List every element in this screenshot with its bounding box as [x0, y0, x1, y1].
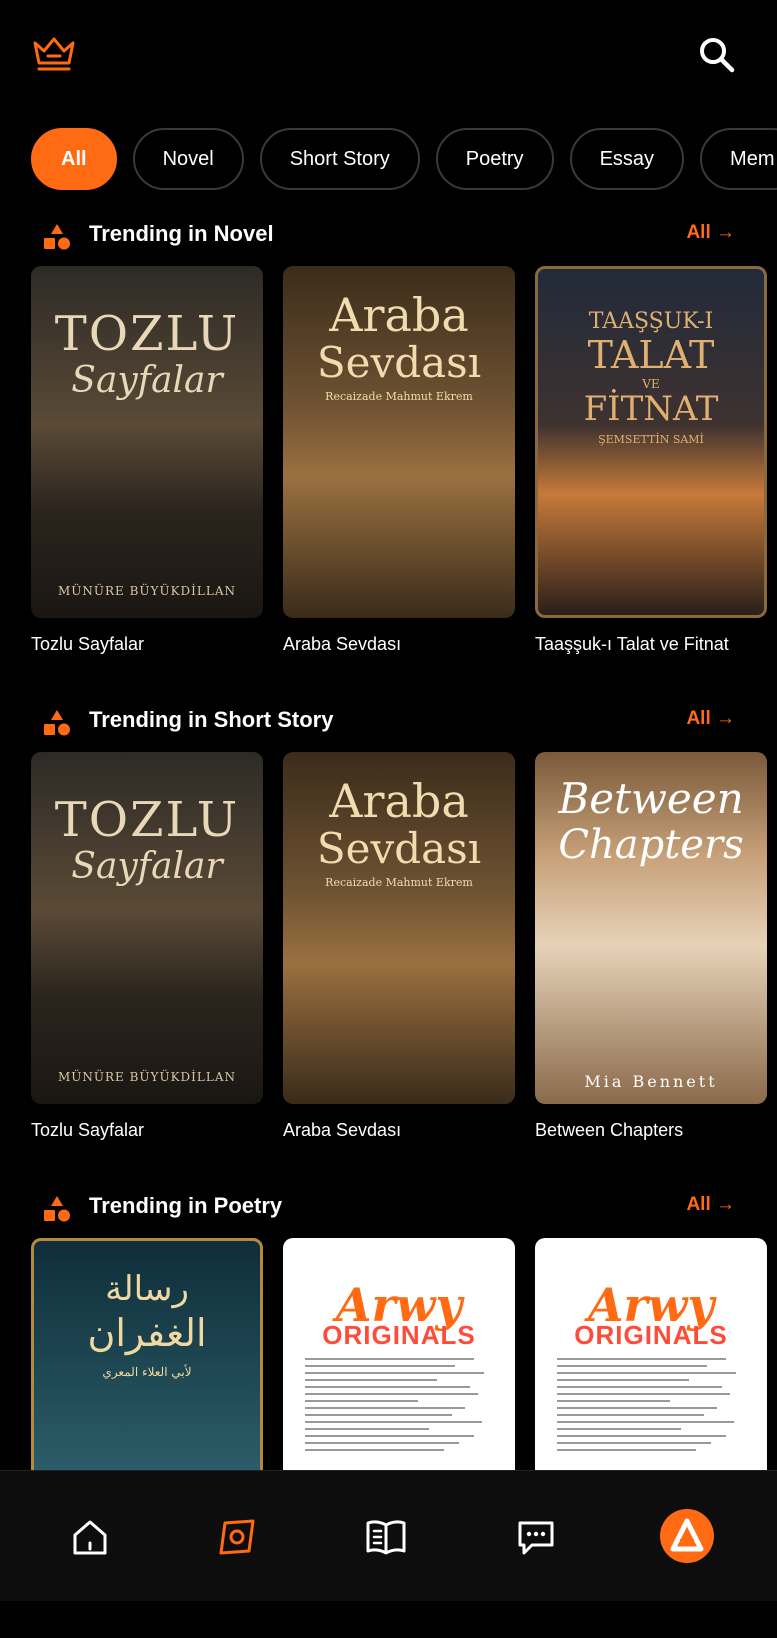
cover-author: Mia Bennett — [584, 1072, 718, 1091]
library-icon[interactable] — [362, 1513, 410, 1561]
section-title: Trending in Poetry — [89, 1193, 283, 1218]
cover-title: TOZLU — [54, 306, 240, 362]
book-card[interactable]: Between Chapters Mia Bennett Between Cha… — [535, 752, 767, 1141]
discover-icon[interactable] — [213, 1513, 261, 1561]
book-title: Araba Sevdası — [283, 1120, 402, 1140]
chip-all[interactable]: All — [31, 128, 117, 190]
bottom-nav — [0, 1470, 777, 1601]
book-title: Taaşşuk-ı Talat ve Fitnat — [535, 634, 729, 654]
book-card[interactable]: TOZLU Sayfalar MÜNÜRE BÜYÜKDİLLAN Tozlu … — [31, 266, 263, 655]
section-title: Trending in Novel — [89, 221, 274, 246]
see-all-link[interactable]: All → — [686, 1194, 735, 1216]
cover-subtitle: Sayfalar — [71, 846, 223, 887]
shapes-icon — [44, 710, 70, 736]
book-card[interactable]: Araba Sevdası Recaizade Mahmut Ekrem Ara… — [283, 266, 515, 655]
cover-subtitle: Sevdası — [316, 824, 482, 873]
cover-title: رسالة — [105, 1269, 189, 1309]
top-bar — [0, 0, 777, 110]
book-cover[interactable]: Araba Sevdası Recaizade Mahmut Ekrem — [283, 752, 515, 1104]
section-title: Trending in Short Story — [89, 707, 334, 732]
cover-subtitle: Sevdası — [316, 338, 482, 387]
book-cover[interactable]: TOZLU Sayfalar MÜNÜRE BÜYÜKDİLLAN — [31, 266, 263, 618]
book-card[interactable]: Araba Sevdası Recaizade Mahmut Ekrem Ara… — [283, 752, 515, 1141]
chip-memoir[interactable]: Mem — [700, 128, 777, 190]
cover-title-4: FİTNAT — [583, 389, 719, 429]
cover-author: ŞEMSETTİN SAMİ — [598, 433, 704, 446]
messages-icon[interactable] — [512, 1513, 560, 1561]
section-trending-poetry: Trending in Poetry All → رسالة الغفران ل… — [0, 1186, 777, 1590]
book-title: Tozlu Sayfalar — [31, 1120, 145, 1140]
see-all-link[interactable]: All → — [686, 222, 735, 244]
chip-novel[interactable]: Novel — [132, 128, 244, 190]
cover-subtitle: الغفران — [87, 1311, 207, 1355]
cover-title: Araba — [329, 288, 469, 342]
cover-title: ORIGINALS — [574, 1320, 728, 1350]
book-cover[interactable]: Between Chapters Mia Bennett — [535, 752, 767, 1104]
cover-subtitle: Sayfalar — [71, 360, 223, 401]
cover-title: Between — [558, 774, 744, 823]
book-title: Araba Sevdası — [283, 634, 402, 654]
cover-title: Araba — [329, 774, 469, 828]
book-cover[interactable]: TOZLU Sayfalar MÜNÜRE BÜYÜKDİLLAN — [31, 752, 263, 1104]
cover-title: TAAŞŞUK-I — [588, 309, 714, 334]
cover-author: لأبي العلاء المعري — [102, 1365, 192, 1379]
book-cover[interactable]: TAAŞŞUK-I TALAT VE FİTNAT ŞEMSETTİN SAMİ — [535, 266, 767, 618]
filter-chips: All Novel Short Story Poetry Essay Mem — [31, 128, 777, 190]
cover-author: Recaizade Mahmut Ekrem — [325, 876, 473, 889]
cover-subtitle: Chapters — [558, 822, 744, 868]
cover-author: MÜNÜRE BÜYÜKDİLLAN — [57, 1070, 237, 1084]
section-trending-novel: Trending in Novel All → TOZLU Sayfalar M… — [0, 214, 777, 654]
chip-poetry[interactable]: Poetry — [435, 128, 554, 190]
chip-essay[interactable]: Essay — [569, 128, 685, 190]
crown-icon[interactable] — [31, 33, 77, 79]
section-trending-short-story: Trending in Short Story All → TOZLU Sayf… — [0, 700, 777, 1140]
shapes-icon — [44, 1196, 70, 1222]
book-cover[interactable]: Araba Sevdası Recaizade Mahmut Ekrem — [283, 266, 515, 618]
cover-title: ORIGINALS — [322, 1320, 476, 1350]
search-icon[interactable] — [696, 34, 738, 76]
cover-title: TOZLU — [54, 792, 240, 848]
book-card[interactable]: TOZLU Sayfalar MÜNÜRE BÜYÜKDİLLAN Tozlu … — [31, 752, 263, 1141]
cover-author: MÜNÜRE BÜYÜKDİLLAN — [57, 584, 237, 598]
book-card[interactable]: TAAŞŞUK-I TALAT VE FİTNAT ŞEMSETTİN SAMİ… — [535, 266, 767, 655]
home-icon[interactable] — [66, 1513, 114, 1561]
book-title: Tozlu Sayfalar — [31, 634, 145, 654]
cover-author: Recaizade Mahmut Ekrem — [325, 390, 473, 403]
arwy-logo-icon — [670, 1518, 704, 1552]
arwy-profile-icon[interactable] — [660, 1509, 714, 1563]
shapes-icon — [44, 224, 70, 250]
chip-short-story[interactable]: Short Story — [259, 128, 420, 190]
see-all-link[interactable]: All → — [686, 708, 735, 730]
book-title: Between Chapters — [535, 1120, 684, 1140]
cover-title-2: TALAT — [587, 333, 715, 377]
